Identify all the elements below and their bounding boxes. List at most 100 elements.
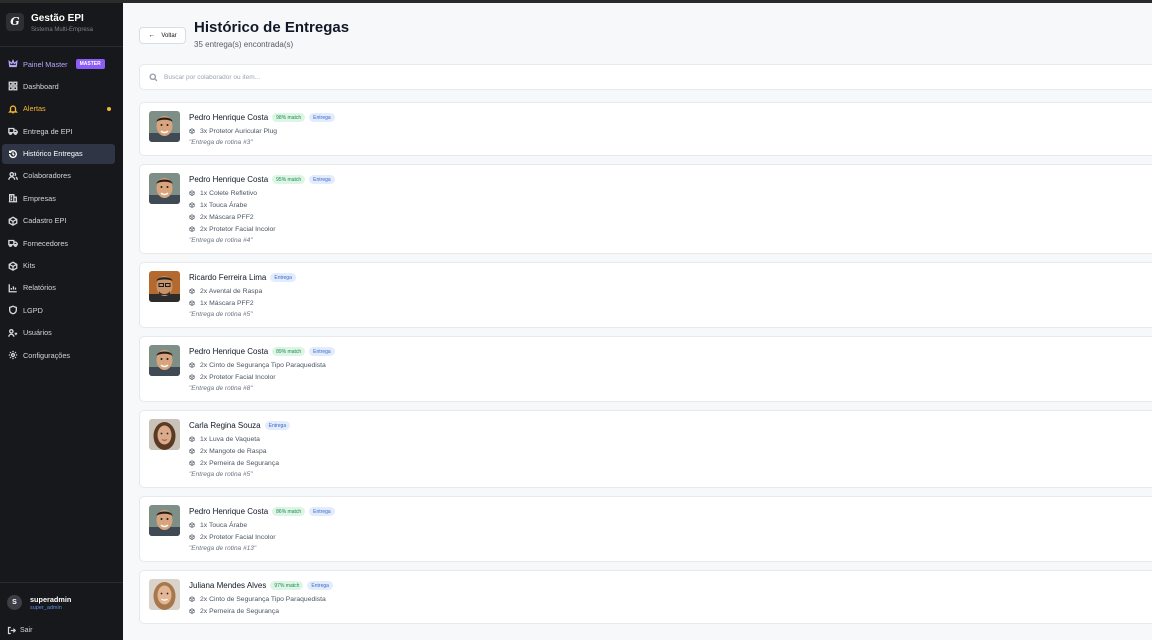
- app-subtitle: Sistema Multi-Empresa: [31, 27, 94, 33]
- arrow-left-icon: ←: [148, 32, 156, 39]
- sidebar-item-fornecedores[interactable]: Fornecedores: [2, 233, 115, 253]
- sidebar-item-colaboradores[interactable]: Colaboradores: [2, 166, 115, 186]
- back-button[interactable]: ← Voltar: [139, 27, 186, 44]
- grid-icon: [8, 81, 18, 91]
- employee-photo: [149, 271, 180, 302]
- app-logo: G: [6, 13, 24, 31]
- item-label: 2x Cinto de Segurança Tipo Paraquedista: [200, 595, 326, 603]
- delivery-note: "Entrega de rotina #13": [189, 545, 257, 552]
- delivered-item: 2x Avental de Raspa: [189, 285, 1152, 297]
- delivered-item: 3x Protetor Auricular Plug: [189, 125, 1152, 137]
- package-icon: [189, 288, 195, 294]
- package-icon: [189, 534, 195, 540]
- package-icon: [189, 460, 195, 466]
- item-label: 2x Máscara PFF2: [200, 213, 254, 221]
- sidebar-item-label: Colaboradores: [23, 171, 71, 181]
- item-label: 1x Colete Refletivo: [200, 189, 258, 197]
- sidebar-item-label: Kits: [23, 261, 36, 271]
- search-input[interactable]: [164, 73, 764, 81]
- gear-icon: [8, 350, 18, 360]
- item-label: 3x Protetor Auricular Plug: [200, 127, 278, 135]
- delivered-item: 1x Máscara PFF2: [189, 297, 1152, 309]
- delivery-note: "Entrega de rotina #5": [189, 311, 253, 318]
- item-label: 2x Protetor Facial Incolor: [200, 225, 276, 233]
- match-badge: 98% match: [272, 113, 306, 122]
- delivery-card[interactable]: Ricardo Ferreira Lima Entrega 2x Avental d…: [139, 262, 1152, 328]
- item-label: 2x Perneira de Segurança: [200, 459, 279, 467]
- delivery-note: "Entrega de rotina #5": [189, 471, 253, 478]
- sidebar-item-label: Configurações: [23, 350, 71, 360]
- sidebar-item-painel-master[interactable]: Painel Master MASTER: [2, 54, 115, 74]
- delivered-item: 2x Máscara PFF2: [189, 211, 1152, 223]
- results-count: 35 entrega(s) encontrada(s): [194, 40, 294, 49]
- back-label: Voltar: [161, 32, 177, 39]
- item-label: 2x Cinto de Segurança Tipo Paraquedista: [200, 361, 326, 369]
- sidebar-item-alertas[interactable]: Alertas: [2, 99, 115, 119]
- delivery-card[interactable]: Pedro Henrique Costa 95% match Entrega 1x C…: [139, 164, 1152, 254]
- sidebar-item-historico-entregas[interactable]: Histórico Entregas: [2, 143, 115, 164]
- window-top-border: [0, 0, 1152, 3]
- bell-icon: [8, 104, 18, 114]
- search-bar[interactable]: [139, 64, 1152, 90]
- delivery-card[interactable]: Juliana Mendes Alves 97% match Entrega 2x C…: [139, 570, 1152, 624]
- delivered-item: 2x Protetor Facial Incolor: [189, 371, 1152, 383]
- sidebar-item-relatorios[interactable]: Relatórios: [2, 278, 115, 298]
- sidebar-item-lgpd[interactable]: LGPD: [2, 300, 115, 320]
- match-badge: 97% match: [270, 581, 304, 590]
- delivery-card[interactable]: Pedro Henrique Costa 89% match Entrega 2x C…: [139, 336, 1152, 402]
- package-icon: [189, 608, 195, 614]
- sidebar-item-cadastro-epi[interactable]: Cadastro EPI: [2, 211, 115, 231]
- user-role: super_admin: [30, 605, 62, 611]
- user-profile[interactable]: S superadmin super_admin: [0, 582, 123, 620]
- sidebar-item-kits[interactable]: Kits: [2, 256, 115, 276]
- sidebar-item-label: Cadastro EPI: [23, 216, 67, 226]
- sidebar-item-label: Dashboard: [23, 81, 59, 91]
- sidebar-item-label: Usuários: [23, 328, 52, 338]
- sidebar-item-entrega-de-epi[interactable]: Entrega de EPI: [2, 121, 115, 141]
- delivered-item: 2x Mangote de Raspa: [189, 445, 1152, 457]
- sidebar-item-label: Relatórios: [23, 283, 56, 293]
- box-icon: [8, 216, 18, 226]
- logout-button[interactable]: Sair: [7, 626, 32, 635]
- match-badge: 89% match: [272, 347, 306, 356]
- delivery-card[interactable]: Pedro Henrique Costa 98% match Entrega 3x P…: [139, 102, 1152, 156]
- employee-photo: [149, 505, 180, 536]
- logout-icon: [7, 626, 16, 635]
- sidebar-item-label: LGPD: [23, 305, 43, 315]
- package-icon: [189, 202, 195, 208]
- sidebar: G Gestão EPI Sistema Multi-Empresa Paine…: [0, 0, 123, 640]
- delivery-type-badge: Entrega: [307, 581, 333, 590]
- match-badge: 86% match: [272, 507, 306, 516]
- employee-name: Pedro Henrique Costa: [189, 175, 269, 184]
- item-label: 2x Avental de Raspa: [200, 287, 263, 295]
- delivery-note: "Entrega de rotina #8": [189, 385, 253, 392]
- delivered-item: 1x Luva de Vaqueta: [189, 433, 1152, 445]
- delivery-type-badge: Entrega: [309, 113, 335, 122]
- package-icon: [189, 214, 195, 220]
- employee-name: Pedro Henrique Costa: [189, 507, 269, 516]
- history-icon: [8, 149, 18, 159]
- sidebar-item-label: Empresas: [23, 193, 56, 203]
- delivered-item: 2x Perneira de Segurança: [189, 605, 1152, 617]
- employee-name: Juliana Mendes Alves: [189, 581, 267, 590]
- delivery-card[interactable]: Carla Regina Souza Entrega 1x Luva de Vaqu…: [139, 410, 1152, 488]
- sidebar-item-label: Alertas: [23, 104, 46, 114]
- item-label: 1x Touca Árabe: [200, 521, 248, 529]
- employee-photo: [149, 345, 180, 376]
- sidebar-item-usuarios[interactable]: Usuários: [2, 323, 115, 343]
- sidebar-item-dashboard[interactable]: Dashboard: [2, 76, 115, 96]
- delivery-type-badge: Entrega: [264, 421, 291, 430]
- cube-icon: [8, 261, 18, 271]
- delivery-card[interactable]: Pedro Henrique Costa 86% match Entrega 1x T…: [139, 496, 1152, 562]
- item-label: 1x Touca Árabe: [200, 201, 248, 209]
- chart-icon: [8, 283, 18, 293]
- package-icon: [189, 128, 195, 134]
- delivery-type-badge: Entrega: [309, 347, 335, 356]
- sidebar-item-label: Histórico Entregas: [23, 149, 83, 159]
- sidebar-item-empresas[interactable]: Empresas: [2, 188, 115, 208]
- sidebar-item-configuracoes[interactable]: Configurações: [2, 345, 115, 365]
- delivery-type-badge: Entrega: [270, 273, 296, 282]
- item-label: 2x Protetor Facial Incolor: [200, 533, 276, 541]
- employee-photo: [149, 579, 180, 610]
- package-icon: [189, 190, 195, 196]
